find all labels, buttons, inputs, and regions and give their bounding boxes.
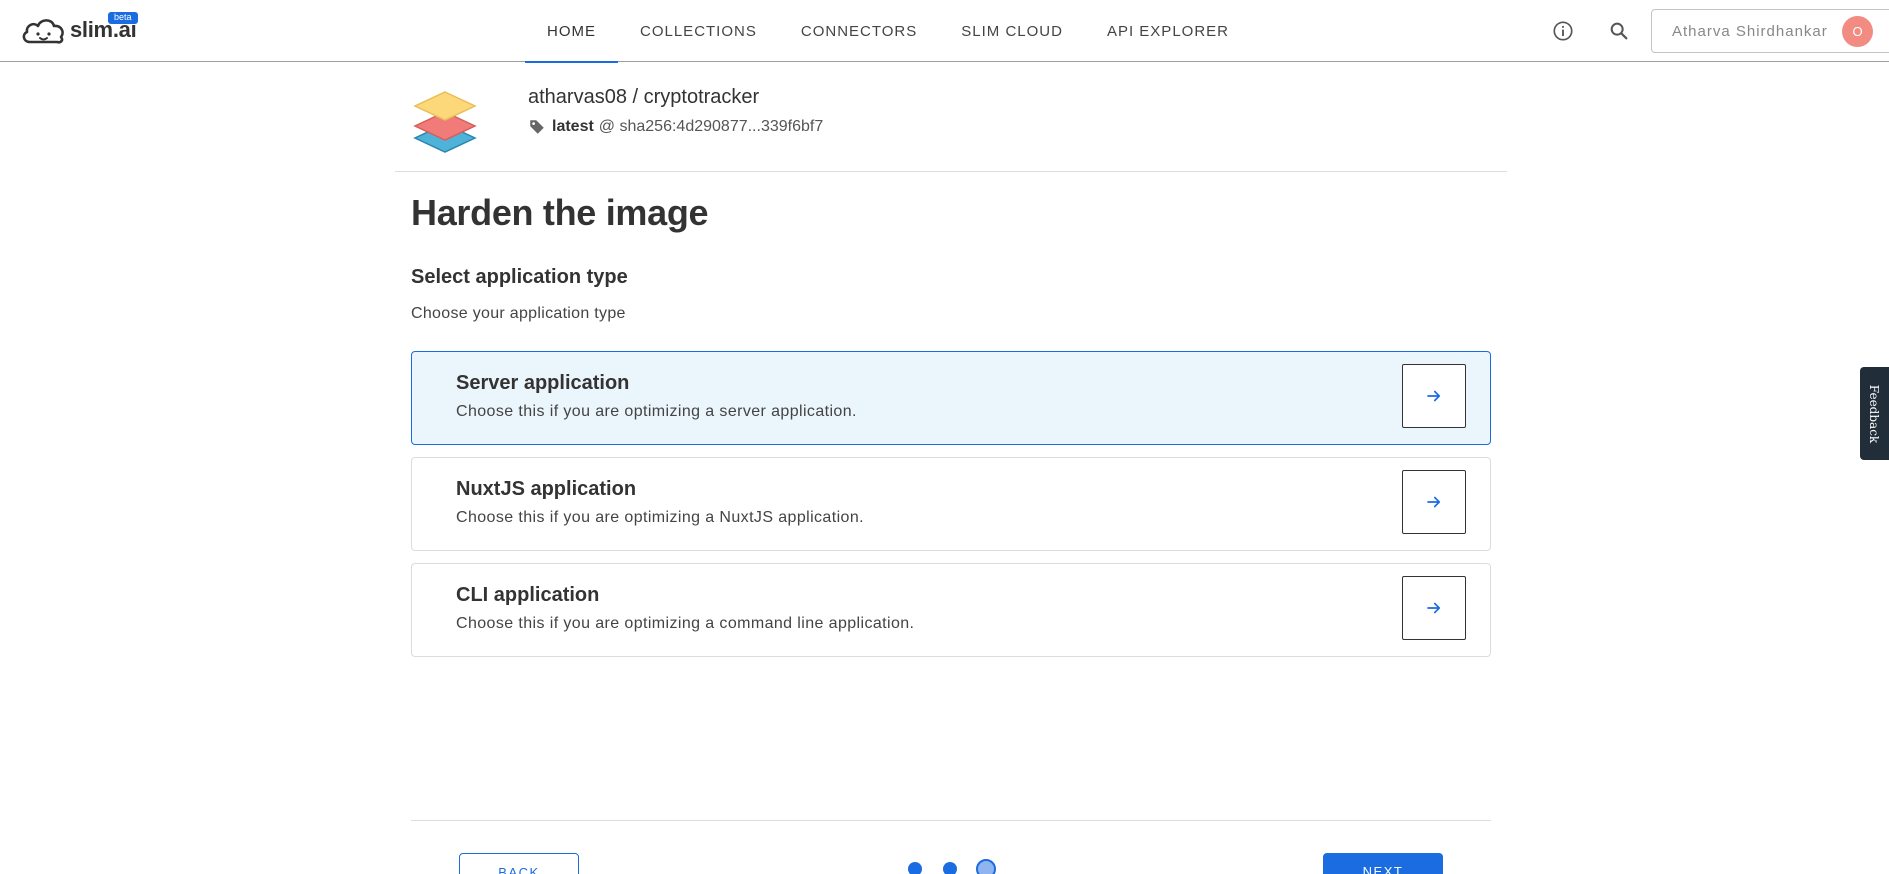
- option-server-application[interactable]: Server application Choose this if you ar…: [411, 351, 1491, 445]
- nav-home[interactable]: HOME: [525, 0, 618, 63]
- image-layers-icon: [413, 91, 477, 153]
- arrow-right-icon: [1427, 390, 1441, 402]
- option-description: Choose this if you are optimizing a serv…: [456, 403, 857, 420]
- cloud-face-icon: [22, 19, 64, 44]
- option-title: CLI application: [456, 584, 600, 606]
- nav-connectors[interactable]: CONNECTORS: [779, 0, 939, 62]
- option-nuxtjs-application[interactable]: NuxtJS application Choose this if you ar…: [411, 457, 1491, 551]
- next-button[interactable]: NEXT: [1323, 853, 1443, 874]
- step-indicator-2: [943, 862, 957, 874]
- top-navigation-bar: slim.ai beta HOME COLLECTIONS CONNECTORS…: [0, 0, 1889, 63]
- user-name: Atharva Shirdhankar: [1672, 22, 1828, 40]
- feedback-tab[interactable]: Feedback: [1860, 367, 1889, 460]
- user-menu[interactable]: Atharva Shirdhankar O: [1651, 9, 1889, 53]
- option-description: Choose this if you are optimizing a comm…: [456, 615, 915, 632]
- avatar: O: [1842, 16, 1873, 47]
- tag-name: latest: [552, 118, 594, 135]
- arrow-right-icon: [1427, 602, 1441, 614]
- nav-collections[interactable]: COLLECTIONS: [618, 0, 779, 62]
- select-server-button[interactable]: [1402, 364, 1466, 428]
- nav-slim-cloud[interactable]: SLIM CLOUD: [939, 0, 1085, 62]
- option-cli-application[interactable]: CLI application Choose this if you are o…: [411, 563, 1491, 657]
- select-nuxtjs-button[interactable]: [1402, 470, 1466, 534]
- image-header: atharvas08 / cryptotracker latest @ sha2…: [395, 72, 1507, 172]
- option-title: Server application: [456, 372, 630, 394]
- section-title: Select application type: [411, 266, 628, 288]
- info-icon: [1553, 21, 1573, 41]
- page-title: Harden the image: [411, 192, 709, 233]
- select-cli-button[interactable]: [1402, 576, 1466, 640]
- step-indicator-3-current: [976, 859, 996, 874]
- info-button[interactable]: [1548, 16, 1578, 46]
- step-indicator-1: [908, 862, 922, 874]
- feedback-label: Feedback: [1867, 384, 1882, 443]
- image-digest: @ sha256:4d290877...339f6bf7: [598, 118, 824, 135]
- back-button[interactable]: BACK: [459, 853, 579, 874]
- search-button[interactable]: [1604, 16, 1634, 46]
- option-description: Choose this if you are optimizing a Nuxt…: [456, 509, 864, 526]
- main-nav: HOME COLLECTIONS CONNECTORS SLIM CLOUD A…: [525, 0, 1251, 63]
- option-title: NuxtJS application: [456, 478, 637, 500]
- footer-divider: [411, 820, 1491, 821]
- search-icon: [1610, 22, 1628, 40]
- beta-badge: beta: [108, 12, 138, 24]
- tag-icon: [530, 120, 544, 134]
- repository-name: atharvas08 / cryptotracker: [528, 86, 760, 108]
- slim-ai-logo[interactable]: slim.ai beta: [20, 12, 138, 46]
- nav-api-explorer[interactable]: API EXPLORER: [1085, 0, 1251, 62]
- section-subtitle: Choose your application type: [411, 305, 626, 322]
- arrow-right-icon: [1427, 496, 1441, 508]
- tag-line: latest @ sha256:4d290877...339f6bf7: [528, 118, 823, 136]
